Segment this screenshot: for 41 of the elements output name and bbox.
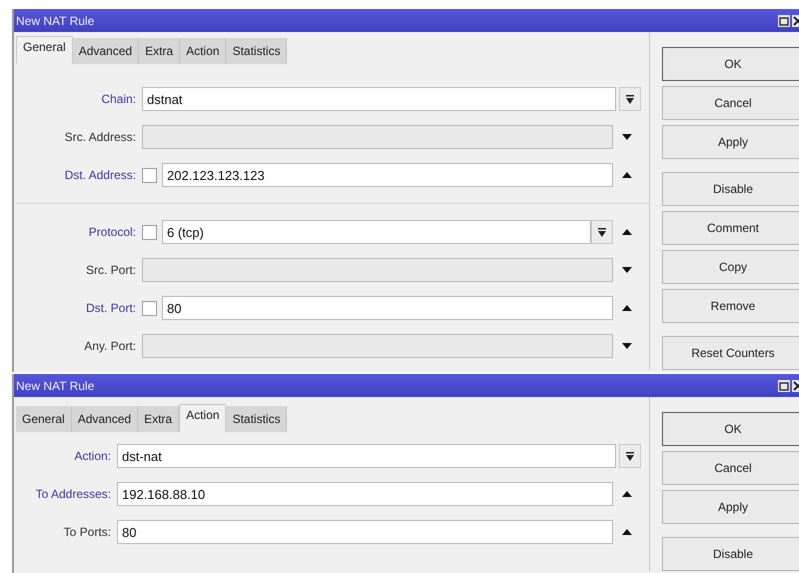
- input-field[interactable]: 80: [117, 520, 613, 544]
- field-label: Dst. Port:: [84, 301, 137, 315]
- tab[interactable]: General: [16, 406, 72, 432]
- tab[interactable]: Statistics: [226, 406, 288, 432]
- tab[interactable]: General: [16, 36, 73, 64]
- dialog-button[interactable]: OK: [662, 412, 799, 446]
- input-field[interactable]: 6 (tcp): [162, 220, 591, 244]
- dialog-button[interactable]: Apply: [662, 490, 799, 524]
- field-label: Chain:: [100, 92, 137, 106]
- tab[interactable]: Advanced: [72, 406, 138, 432]
- dialog-button[interactable]: Comment: [662, 211, 799, 245]
- field-label: Action:: [73, 449, 112, 463]
- dialog-button[interactable]: Cancel: [662, 86, 799, 120]
- dialog-button[interactable]: Apply: [662, 125, 799, 159]
- dialog-button[interactable]: Cancel: [662, 451, 799, 485]
- field-label: Dst. Address:: [64, 168, 137, 182]
- dialog-button[interactable]: Disable: [662, 172, 799, 206]
- tab[interactable]: Action: [179, 404, 226, 432]
- dialog-button[interactable]: OK: [662, 47, 799, 81]
- tab[interactable]: Advanced: [72, 38, 140, 64]
- input-field[interactable]: 80: [162, 296, 613, 320]
- input-field[interactable]: 192.168.88.10: [117, 482, 613, 506]
- dialog-button[interactable]: Reset Counters: [662, 336, 799, 370]
- field-label: To Addresses:: [34, 487, 112, 501]
- tab[interactable]: Action: [180, 38, 226, 64]
- field-label: Protocol:: [88, 225, 137, 239]
- window-title: New NAT Rule: [16, 14, 94, 28]
- field-label: Src. Address:: [64, 130, 137, 144]
- dialog-button[interactable]: Disable: [662, 537, 799, 571]
- input-field[interactable]: 202.123.123.123: [162, 163, 613, 187]
- tab[interactable]: Statistics: [226, 38, 288, 64]
- field-label: To Ports:: [62, 525, 112, 539]
- field-label: Src. Port:: [84, 263, 137, 277]
- field-label: Any. Port:: [83, 339, 137, 353]
- window-title: New NAT Rule: [16, 378, 94, 392]
- tab[interactable]: Extra: [138, 406, 180, 432]
- tab[interactable]: Extra: [139, 38, 180, 64]
- input-field[interactable]: dst-nat: [117, 444, 616, 468]
- dialog-button[interactable]: Copy: [662, 250, 799, 284]
- dialog-button[interactable]: Remove: [662, 289, 799, 323]
- input-field[interactable]: dstnat: [142, 87, 616, 111]
